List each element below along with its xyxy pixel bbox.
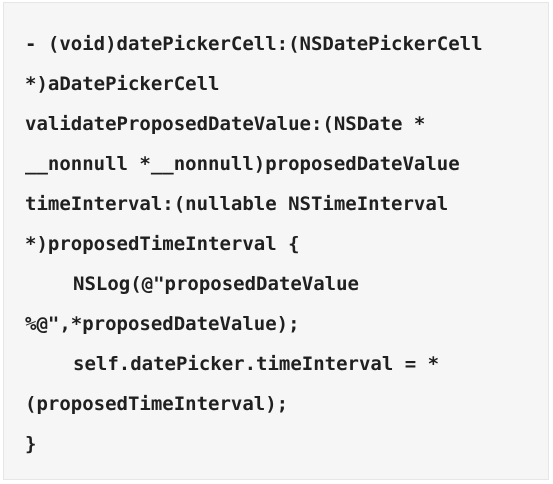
code-line: %@",*proposedDateValue); — [25, 313, 300, 335]
code-snippet-block: - (void)datePickerCell:(NSDatePickerCell… — [3, 2, 549, 480]
code-line: NSLog(@"proposedDateValue — [73, 273, 359, 295]
code-line: *)aDatePickerCell — [25, 73, 220, 95]
code-line: (proposedTimeInterval); — [25, 393, 289, 415]
code-line: - (void)datePickerCell:(NSDatePickerCell — [25, 33, 483, 55]
code-line: timeInterval:(nullable NSTimeInterval — [25, 193, 449, 215]
code-line: self.datePicker.timeInterval = * — [73, 353, 440, 375]
code-line: __nonnull *__nonnull)proposedDateValue — [25, 153, 460, 175]
code-line: validateProposedDateValue:(NSDate * — [25, 113, 426, 135]
code-line: } — [25, 433, 37, 455]
code-line: *)proposedTimeInterval { — [25, 233, 300, 255]
